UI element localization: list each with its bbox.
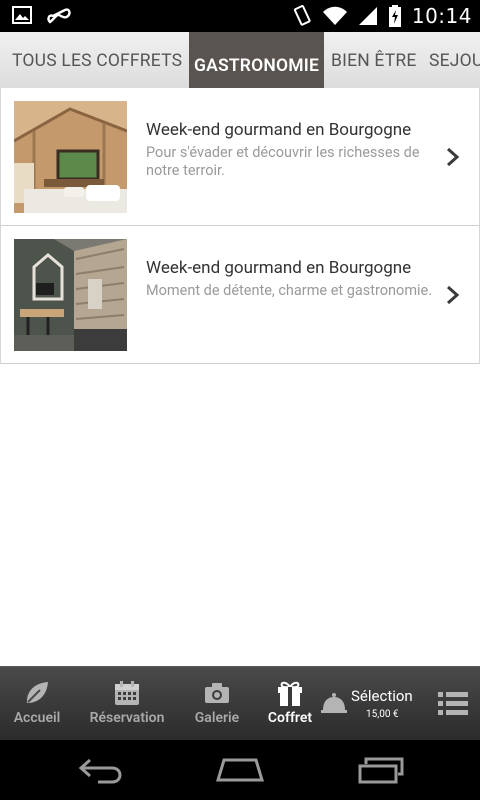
list-menu-icon[interactable] [438, 691, 468, 717]
tab-sejour[interactable]: SEJOUR [429, 32, 480, 89]
item-title: Week-end gourmand en Bourgogne [146, 120, 412, 140]
tab-tous-les-coffrets[interactable]: TOUS LES COFFRETS [12, 32, 182, 89]
nav-galerie[interactable]: Galerie [190, 667, 244, 741]
battery-icon [388, 5, 401, 27]
bottom-navigation: Accueil Réservation Galerie Coffret Séle… [0, 666, 480, 740]
selection-label: Sélection [351, 687, 413, 705]
nav-label: Réservation [89, 710, 165, 726]
list-item[interactable]: Week-end gourmand en Bourgogne Moment de… [0, 226, 480, 364]
recent-apps-icon[interactable] [358, 756, 404, 784]
home-icon[interactable] [216, 756, 264, 782]
status-bar: 10:14 [0, 0, 480, 32]
calendar-icon [115, 681, 139, 705]
gift-icon [278, 681, 302, 706]
nav-label: Coffret [267, 710, 313, 726]
selection-summary[interactable]: Sélection 15,00 € [320, 685, 420, 725]
item-description: Moment de détente, charme et gastronomie… [146, 282, 433, 299]
nav-reservation[interactable]: Réservation [84, 667, 170, 741]
back-icon[interactable] [78, 756, 122, 784]
vibrate-icon [293, 5, 311, 26]
list-item[interactable]: Week-end gourmand en Bourgogne Pour s'év… [0, 88, 480, 226]
nav-label: Galerie [194, 710, 240, 726]
leaf-icon [26, 682, 48, 703]
cloche-icon [321, 693, 347, 713]
selection-price: 15,00 € [366, 709, 399, 720]
signal-icon [358, 7, 377, 25]
room-photo [14, 239, 127, 351]
clock: 10:14 [411, 4, 472, 28]
nav-accueil[interactable]: Accueil [8, 667, 66, 741]
camera-icon [205, 683, 229, 703]
coffret-list: Week-end gourmand en Bourgogne Pour s'év… [0, 88, 480, 364]
tab-gastronomie[interactable]: GASTRONOMIE [189, 32, 324, 89]
item-title: Week-end gourmand en Bourgogne [146, 258, 412, 278]
infinity-icon [47, 8, 71, 24]
chevron-right-icon [447, 285, 460, 305]
nav-label: Accueil [13, 710, 61, 726]
item-description: Pour s'évader et découvrir les richesses… [146, 144, 420, 179]
system-navigation-bar [0, 740, 480, 800]
wifi-icon [322, 6, 347, 25]
image-icon [12, 6, 32, 24]
room-photo [14, 101, 127, 213]
chevron-right-icon [447, 147, 460, 167]
nav-coffret[interactable]: Coffret [262, 667, 318, 741]
tab-bien-etre[interactable]: BIEN ÊTRE [331, 32, 417, 89]
category-tabs: TOUS LES COFFRETS GASTRONOMIE BIEN ÊTRE … [0, 32, 480, 90]
